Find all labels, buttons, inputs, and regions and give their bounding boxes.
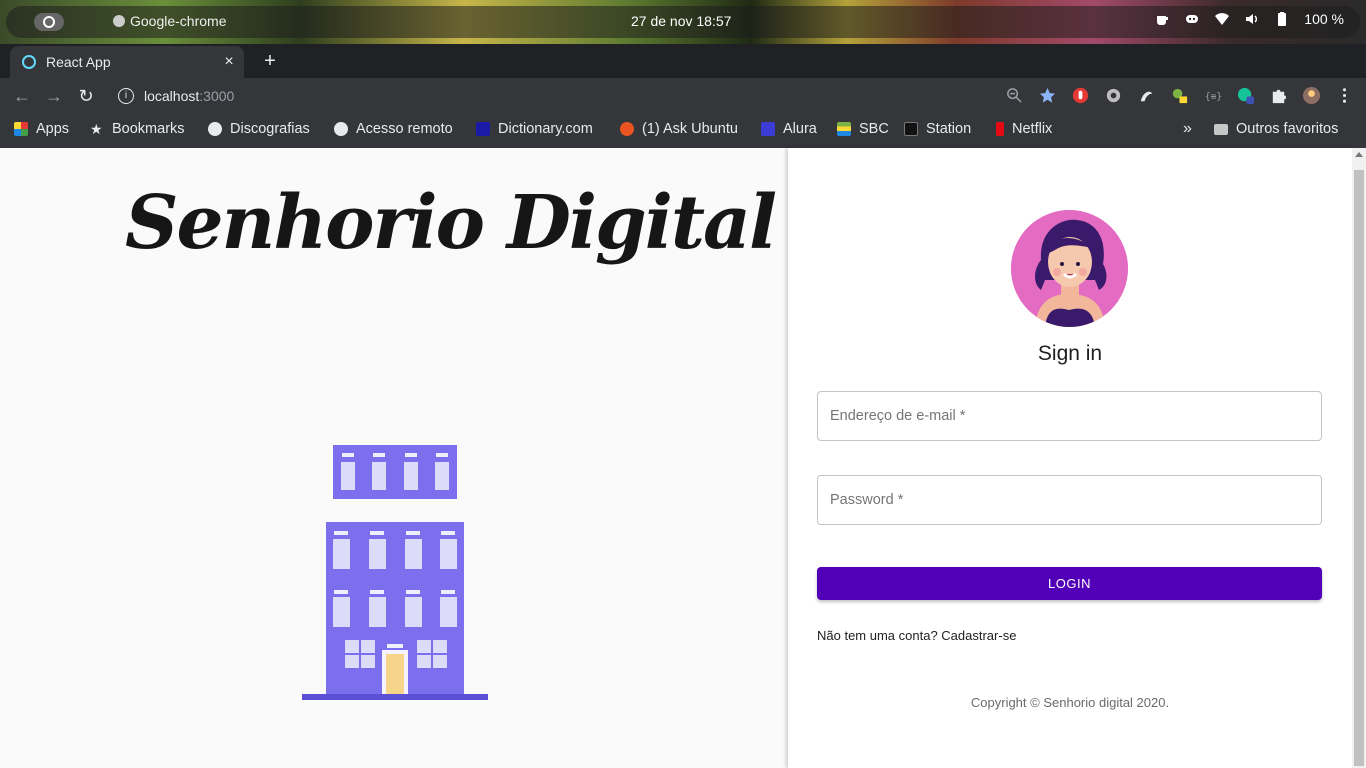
activities-toggle-icon[interactable] — [34, 13, 64, 31]
bookmark-station[interactable]: Station — [904, 121, 971, 137]
bookmark-acesso-remoto[interactable]: Acesso remoto — [334, 121, 453, 137]
color-extension-icon[interactable] — [1170, 86, 1189, 105]
dictionary-icon — [476, 122, 490, 136]
active-app-name: Google-chrome — [130, 13, 227, 29]
extensions-puzzle-icon[interactable] — [1269, 86, 1288, 105]
code-extension-icon[interactable]: {≡} — [1203, 86, 1222, 105]
volume-icon[interactable] — [1244, 11, 1260, 27]
tab-title: React App — [46, 54, 111, 70]
profile-avatar-icon[interactable] — [1302, 86, 1321, 105]
discord-icon[interactable] — [1184, 11, 1200, 27]
forward-button[interactable]: → — [42, 84, 66, 108]
zoom-out-icon[interactable] — [1005, 86, 1024, 105]
new-tab-button[interactable]: + — [258, 50, 282, 74]
signup-link[interactable]: Não tem uma conta? Cadastrar-se — [817, 628, 1016, 643]
settings-extension-icon[interactable] — [1104, 86, 1123, 105]
system-tray[interactable]: 100 % — [1154, 11, 1344, 27]
bookmark-label: Alura — [783, 121, 817, 137]
bookmark-label: Netflix — [1012, 121, 1053, 137]
bookmark-netflix[interactable]: Netflix — [996, 121, 1052, 137]
bookmark-star-icon[interactable] — [1038, 86, 1057, 105]
hero-panel: Senhorio Digital — [0, 148, 788, 768]
more-bookmarks-chevron-icon[interactable]: » — [1183, 120, 1192, 138]
back-button[interactable]: ← — [10, 84, 34, 108]
bookmark-label: Discografias — [230, 121, 310, 137]
react-favicon-icon — [22, 55, 36, 69]
url-host: localhost — [144, 88, 200, 104]
brand-title: Senhorio Digital — [125, 180, 777, 266]
active-app-indicator[interactable]: Google-chrome — [113, 13, 227, 29]
avatar — [1011, 210, 1128, 327]
browser-tab-strip: React App × + — [0, 44, 1366, 78]
scrollbar-thumb[interactable] — [1354, 170, 1364, 766]
apps-grid-icon — [14, 122, 28, 136]
bookmark-label: Station — [926, 121, 972, 137]
email-field[interactable] — [817, 391, 1322, 441]
ask-ubuntu-icon — [620, 122, 634, 136]
bookmark-label: Apps — [36, 121, 70, 137]
toolbar-extension-icons: {≡} — [1005, 86, 1354, 105]
bookmark-other-favorites[interactable]: Outros favoritos — [1214, 121, 1338, 137]
browser-toolbar: ← → ↻ i localhost:3000 {≡} — [0, 78, 1366, 114]
reload-button[interactable]: ↻ — [74, 84, 98, 108]
bookmark-alura[interactable]: Alura — [761, 121, 817, 137]
system-clock[interactable]: 27 de nov 18:57 — [631, 13, 731, 29]
password-input[interactable] — [818, 476, 1321, 524]
gnome-extension-icon[interactable] — [1137, 86, 1156, 105]
bookmark-sbc[interactable]: SBC — [837, 121, 889, 137]
password-field[interactable] — [817, 475, 1322, 525]
bookmark-bookmarks[interactable]: ★ Bookmarks — [90, 121, 185, 137]
battery-icon[interactable] — [1274, 11, 1290, 27]
globe-icon — [334, 122, 348, 136]
sign-in-heading: Sign in — [1037, 342, 1103, 365]
netflix-icon — [996, 122, 1004, 136]
star-icon: ★ — [90, 121, 103, 137]
bookmark-label: Acesso remoto — [356, 121, 453, 137]
system-top-bar: Google-chrome 27 de nov 18:57 100 % — [0, 0, 1366, 44]
station-icon — [904, 122, 918, 136]
close-tab-icon[interactable]: × — [220, 53, 238, 71]
bookmark-label: SBC — [859, 121, 889, 137]
alura-icon — [761, 122, 775, 136]
bookmark-label: Dictionary.com — [498, 121, 593, 137]
grammarly-extension-icon[interactable] — [1236, 86, 1255, 105]
wifi-icon[interactable] — [1214, 11, 1230, 27]
copyright-text: Copyright © Senhorio digital 2020. — [970, 695, 1170, 710]
tab-react-app[interactable]: React App × — [10, 46, 244, 78]
battery-percent: 100 % — [1304, 11, 1344, 27]
building-illustration-icon — [302, 445, 488, 700]
page-scrollbar[interactable] — [1352, 148, 1366, 768]
scroll-up-arrow-icon[interactable] — [1355, 152, 1363, 157]
page-viewport: Senhorio Digital Sign in Endereço de e-m… — [0, 148, 1366, 768]
chrome-app-icon — [113, 15, 125, 27]
bookmark-label: (1) Ask Ubuntu — [642, 121, 738, 137]
login-button[interactable]: LOGIN — [817, 567, 1322, 600]
bookmark-apps[interactable]: Apps — [14, 121, 69, 137]
adblock-extension-icon[interactable] — [1071, 86, 1090, 105]
bookmark-label: Outros favoritos — [1236, 121, 1339, 137]
sbc-icon — [837, 122, 851, 136]
globe-icon — [208, 122, 222, 136]
caffeine-icon[interactable] — [1154, 11, 1170, 27]
chrome-menu-icon[interactable] — [1335, 86, 1354, 105]
bookmarks-bar: Apps ★ Bookmarks Discografias Acesso rem… — [0, 114, 1366, 148]
sign-in-panel: Sign in LOGIN Não tem uma conta? Cadastr… — [788, 148, 1352, 768]
bookmark-dictionary[interactable]: Dictionary.com — [476, 121, 593, 137]
address-bar[interactable]: i localhost:3000 — [108, 81, 998, 111]
site-info-icon[interactable]: i — [118, 88, 134, 104]
bookmark-discografias[interactable]: Discografias — [208, 121, 310, 137]
folder-icon — [1214, 123, 1228, 135]
bookmark-label: Bookmarks — [112, 121, 185, 137]
svg-text:{≡}: {≡} — [1205, 91, 1222, 102]
email-input[interactable] — [818, 392, 1321, 440]
url-port: :3000 — [199, 88, 235, 104]
bookmark-ask-ubuntu[interactable]: (1) Ask Ubuntu — [620, 121, 738, 137]
